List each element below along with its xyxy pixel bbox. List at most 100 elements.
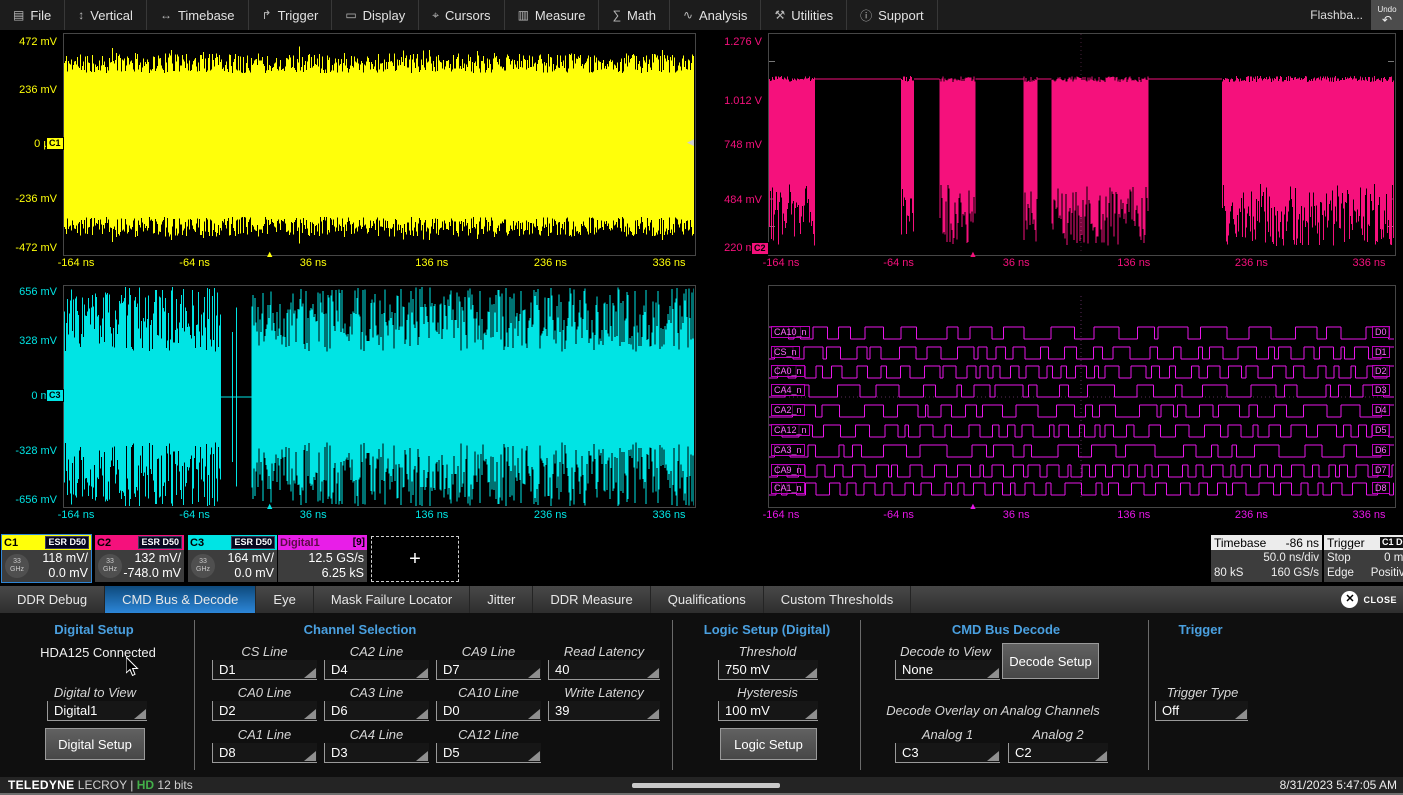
trigger-title: Trigger [1327, 536, 1365, 550]
channel-descriptor-c1[interactable]: C1 ESR D50 33GHz 118 mV/0.0 mV [2, 535, 91, 582]
write-latency-select[interactable]: 39 [548, 701, 660, 721]
timebase-title: Timebase [1214, 536, 1266, 550]
digital-trace-label: CA0_n [771, 365, 805, 377]
x-axis-tick-label: 136 ns [415, 257, 448, 269]
digital-setup-button[interactable]: Digital Setup [45, 728, 145, 760]
c3-header: C3 ESR D50 [188, 535, 277, 550]
tab-mask-failure-locator[interactable]: Mask Failure Locator [314, 586, 470, 613]
flashback-label[interactable]: Flashba... [1310, 8, 1363, 22]
x-axis-tick-label: 236 ns [1235, 257, 1268, 269]
ca12-line-select[interactable]: D5 [436, 743, 541, 763]
ca2-line-select[interactable]: D4 [324, 660, 429, 680]
tab-ddr-debug[interactable]: DDR Debug [0, 586, 105, 613]
menu-display[interactable]: ▭Display [332, 0, 419, 30]
menu-timebase[interactable]: ↔ Timebase [147, 0, 249, 30]
channel-selection-heading: Channel Selection [200, 622, 520, 637]
tab-ddr-measure[interactable]: DDR Measure [533, 586, 650, 613]
waveform-grid-c3[interactable] [63, 285, 696, 508]
trigger-type-select[interactable]: Off [1155, 701, 1248, 721]
menu-cursors[interactable]: ⌖Cursors [419, 0, 504, 30]
undo-button[interactable]: Undo ↶ [1371, 0, 1403, 30]
digital-line-label: D4 [1372, 404, 1390, 416]
timebase-descriptor[interactable]: Timebase -86 ns 50.0 ns/div 80 kS160 GS/… [1211, 535, 1322, 582]
menu-vertical[interactable]: ↕Vertical [65, 0, 147, 30]
trigger-descriptor[interactable]: Trigger C1 DC Stop0 mV EdgePositive [1324, 535, 1403, 582]
analog2-label: Analog 2 [1008, 727, 1108, 742]
ca4-line-select[interactable]: D3 [324, 743, 429, 763]
digital1-count-badge: [9] [353, 537, 365, 548]
analog1-select[interactable]: C3 [895, 743, 1000, 763]
ca10-line-label: CA10 Line [436, 685, 541, 700]
digital-line-label: D1 [1372, 346, 1390, 358]
channel-descriptor-c2[interactable]: C2 ESR D50 33GHz 132 mV/-748.0 mV [95, 535, 184, 582]
ca2-line-label: CA2 Line [324, 644, 429, 659]
hysteresis-select[interactable]: 100 mV [718, 701, 818, 721]
close-icon: ✕ [1341, 591, 1358, 608]
c3-trace [64, 286, 694, 506]
menu-label: Math [627, 8, 656, 23]
timebase-icon: ↔ [160, 8, 172, 22]
channel-descriptor-c3[interactable]: C3 ESR D50 33GHz 164 mV/0.0 mV [188, 535, 277, 582]
tab-jitter[interactable]: Jitter [470, 586, 533, 613]
decode-setup-button[interactable]: Decode Setup [1002, 643, 1099, 679]
ca9-line-select[interactable]: D7 [436, 660, 541, 680]
menu-label: Timebase [178, 8, 235, 23]
digital-to-view-label: Digital to View [10, 685, 180, 700]
c1-bandwidth-badge: 33GHz [5, 554, 29, 578]
menu-trigger[interactable]: ↱Trigger [249, 0, 333, 30]
x-axis-tick-label: 136 ns [1117, 509, 1150, 521]
digital-setup-heading: Digital Setup [8, 622, 180, 637]
menu-utilities[interactable]: ⚒Utilities [761, 0, 847, 30]
waveform-grid-c2[interactable] [768, 33, 1396, 256]
y-axis-tick-label: 656 mV [0, 286, 57, 298]
menu-analysis[interactable]: ∿Analysis [670, 0, 761, 30]
read-latency-select[interactable]: 40 [548, 660, 660, 680]
waveform-grid-digital1[interactable] [768, 285, 1396, 508]
ca1-line-select[interactable]: D8 [212, 743, 317, 763]
hd-badge: HD [137, 778, 154, 792]
y-axis-tick-label: 1.276 V [702, 36, 762, 48]
digital1-samples: 6.25 kS [308, 566, 364, 581]
ca3-line-select[interactable]: D6 [324, 701, 429, 721]
tab-cmd-bus-decode[interactable]: CMD Bus & Decode [105, 586, 256, 613]
channel-descriptor-digital1[interactable]: Digital1 [9] 12.5 GS/s6.25 kS [278, 535, 367, 582]
tab-eye[interactable]: Eye [256, 586, 313, 613]
menu-support[interactable]: ⓘSupport [847, 0, 938, 30]
trigger-header: Trigger C1 DC [1324, 535, 1403, 550]
cs-line-select[interactable]: D1 [212, 660, 317, 680]
tab-custom-thresholds[interactable]: Custom Thresholds [764, 586, 911, 613]
digital-line-label: D3 [1372, 384, 1390, 396]
decode-to-view-label: Decode to View [888, 644, 1003, 659]
menu-items: ▤File↕Vertical↔Timebase↱Trigger▭Display⌖… [0, 0, 938, 30]
trigger-position-marker: ▲ [969, 249, 978, 259]
x-axis-tick-label: 136 ns [415, 509, 448, 521]
digital-trace-label: CA10_n [771, 326, 810, 338]
ca10-line-select[interactable]: D0 [436, 701, 541, 721]
menu-measure[interactable]: ▥Measure [505, 0, 600, 30]
trigger-body: Stop0 mV EdgePositive [1324, 550, 1403, 582]
c3-body: 33GHz 164 mV/0.0 mV [188, 550, 277, 582]
cursors-icon: ⌖ [432, 8, 439, 23]
analog2-select[interactable]: C2 [1008, 743, 1108, 763]
add-trace-button[interactable]: + [371, 536, 459, 582]
menu-math[interactable]: ∑Math [599, 0, 669, 30]
logic-setup-button[interactable]: Logic Setup [720, 728, 817, 760]
c3-offset: 0.0 mV [227, 566, 274, 581]
digital-to-view-select[interactable]: Digital1 [47, 701, 147, 721]
measure-icon: ▥ [518, 8, 529, 22]
close-dialog-button[interactable]: ✕ CLOSE [1341, 586, 1397, 613]
timebase-perdiv: 50.0 ns/div [1263, 551, 1319, 566]
threshold-select[interactable]: 750 mV [718, 660, 818, 680]
menu-file[interactable]: ▤File [0, 0, 65, 30]
tab-qualifications[interactable]: Qualifications [651, 586, 764, 613]
c1-zero-level-marker: C1 [46, 137, 64, 150]
decode-to-view-select[interactable]: None [895, 660, 1000, 680]
trigger-position-marker: ▲ [265, 249, 274, 259]
x-axis-tick-label: -64 ns [179, 509, 210, 521]
x-axis-tick-label: -164 ns [763, 509, 800, 521]
y-axis-tick-label: 484 mV [702, 194, 762, 206]
waveform-grid-c1[interactable] [63, 33, 696, 256]
x-axis-tick-label: 336 ns [1352, 509, 1385, 521]
panel-grab-handle[interactable] [632, 783, 780, 788]
ca0-line-select[interactable]: D2 [212, 701, 317, 721]
